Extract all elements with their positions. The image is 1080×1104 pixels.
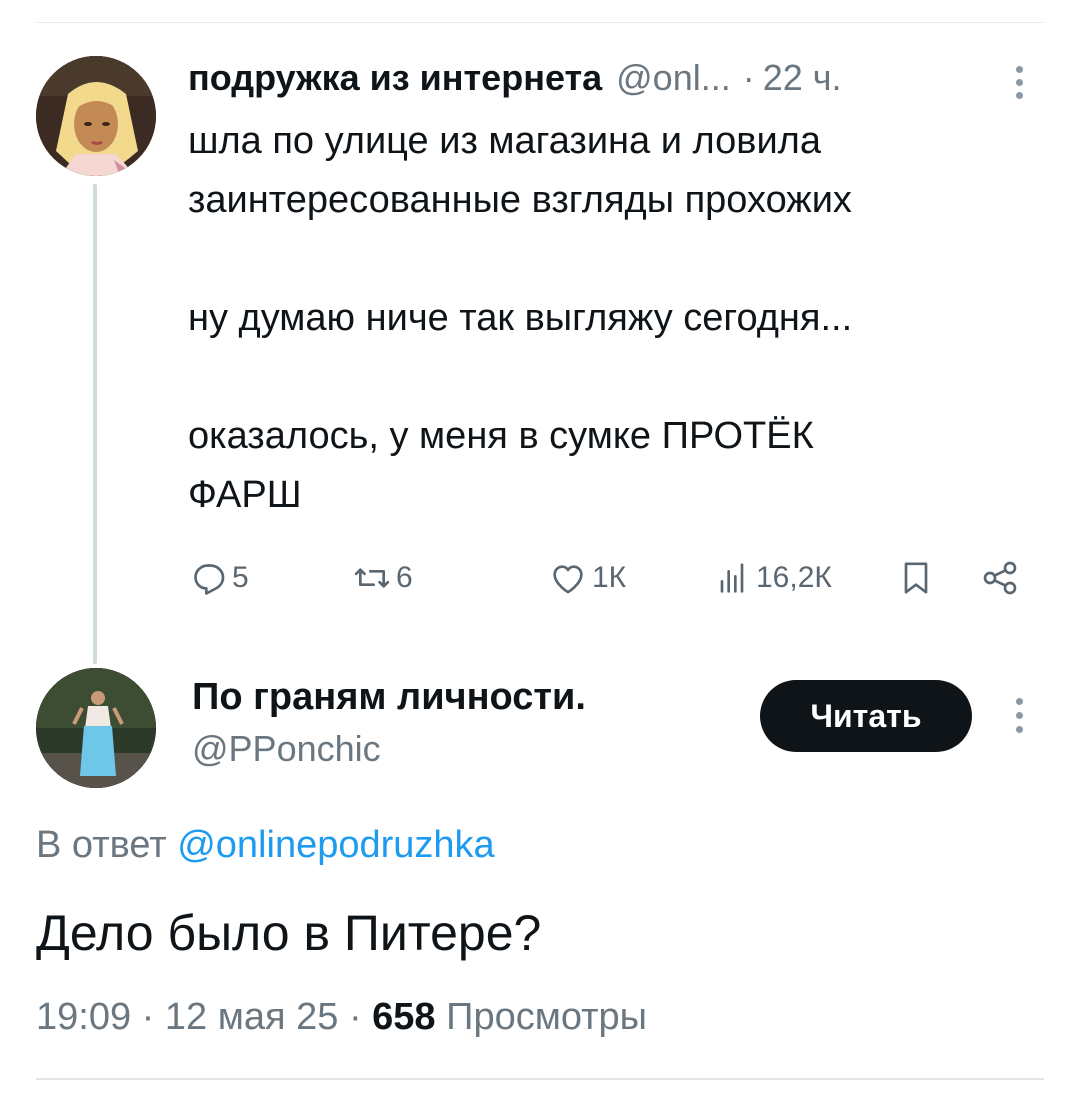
reply-author-handle[interactable]: @PPonchic <box>192 728 381 770</box>
views-button[interactable]: 16,2К <box>712 552 832 604</box>
parent-text-line: оказалось, у меня в сумке ПРОТЁК <box>188 415 814 457</box>
views-count: 16,2К <box>756 561 832 594</box>
tweet-meta: 19:09 · 12 мая 25 · 658 Просмотры <box>36 996 647 1039</box>
parent-text-line: заинтересованные взгляды прохожих <box>188 179 852 221</box>
parent-more-icon[interactable] <box>1008 62 1032 102</box>
like-button[interactable]: 1К <box>548 552 626 604</box>
header-separator: · <box>742 57 755 98</box>
parent-text-line: ФАРШ <box>188 474 302 516</box>
retweet-count: 6 <box>396 561 413 594</box>
reply-button[interactable]: 5 <box>188 552 249 604</box>
parent-author-avatar[interactable] <box>36 56 156 176</box>
parent-tweet-header: подружка из интернета @onl... · 22 ч. <box>188 56 842 100</box>
reply-to-mention[interactable]: @onlinepodruzhka <box>177 824 494 866</box>
parent-tweet-text: шла по улице из магазина и ловила заинте… <box>188 112 1048 525</box>
parent-author-name[interactable]: подружка из интернета <box>188 57 602 99</box>
reply-more-icon[interactable] <box>1008 694 1032 738</box>
avatar-illustration <box>36 56 156 176</box>
bookmark-button[interactable] <box>896 552 936 604</box>
share-icon <box>983 561 1017 595</box>
reply-to-label: В ответ <box>36 824 167 866</box>
views-count-number[interactable]: 658 <box>372 996 435 1038</box>
reply-author-name[interactable]: По граням личности. <box>192 676 586 719</box>
tweet-date[interactable]: 12 мая 25 <box>165 996 339 1038</box>
bottom-divider <box>36 1078 1044 1080</box>
share-button[interactable] <box>980 552 1020 604</box>
reply-tweet-text: Дело было в Питере? <box>36 905 542 961</box>
like-icon <box>553 565 583 594</box>
parent-text-line: шла по улице из магазина и ловила <box>188 120 821 162</box>
parent-action-bar: 5 6 1К 16,2К <box>188 552 1028 604</box>
avatar-photo <box>36 668 156 788</box>
parent-text-line: ну думаю ниче так выгляжу сегодня... <box>188 297 853 339</box>
meta-separator: · <box>141 996 155 1038</box>
retweet-button[interactable]: 6 <box>352 552 413 604</box>
views-icon <box>720 563 744 593</box>
like-count: 1К <box>592 561 627 594</box>
follow-button[interactable]: Читать <box>760 680 972 752</box>
parent-author-handle[interactable]: @onl... <box>616 57 731 99</box>
parent-timestamp[interactable]: 22 ч. <box>763 57 842 99</box>
bookmark-icon <box>904 562 928 594</box>
reply-icon <box>194 564 225 595</box>
meta-separator: · <box>348 996 362 1038</box>
tweet-time[interactable]: 19:09 <box>36 996 131 1038</box>
views-label[interactable]: Просмотры <box>446 996 647 1038</box>
reply-author-avatar[interactable] <box>36 668 156 788</box>
thread-connector-line <box>93 184 97 664</box>
top-divider <box>36 22 1044 23</box>
reply-count: 5 <box>232 561 249 594</box>
retweet-icon <box>354 568 390 588</box>
reply-context: В ответ @onlinepodruzhka <box>36 824 495 867</box>
